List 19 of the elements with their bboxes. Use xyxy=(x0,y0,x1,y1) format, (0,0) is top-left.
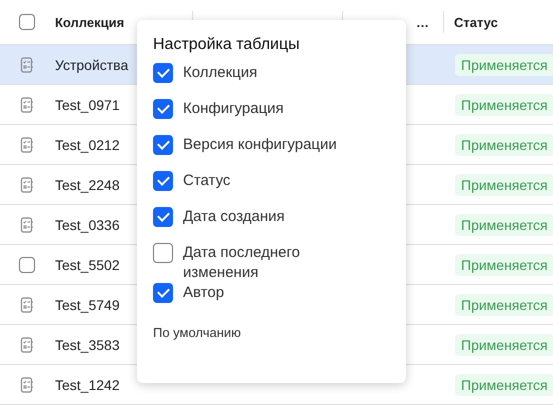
table-cell: Test_0971 xyxy=(55,96,120,112)
status-badge: Применяется xyxy=(455,54,553,76)
status-badge: Применяется xyxy=(455,254,553,276)
table-cell: Test_1242 xyxy=(55,376,120,392)
status-badge: Применяется xyxy=(455,294,553,316)
table-cell: Test_0212 xyxy=(55,136,120,152)
table-cell: Test_5749 xyxy=(55,296,120,312)
table-cell: Test_2248 xyxy=(55,176,120,192)
status-badge: Применяется xyxy=(455,134,553,156)
status-badge: Применяется xyxy=(455,214,553,236)
popover-title: Настройка таблицы xyxy=(153,36,301,54)
status-badge: Применяется xyxy=(455,374,553,396)
table-cell: Test_0336 xyxy=(55,216,120,232)
status-badge: Применяется xyxy=(455,94,553,116)
status-badge: Применяется xyxy=(455,174,553,196)
table-cell: Устройства xyxy=(55,56,128,72)
table-cell: Test_5502 xyxy=(55,256,120,272)
table-cell: Test_3583 xyxy=(55,336,120,352)
status-badge: Применяется xyxy=(455,334,553,356)
